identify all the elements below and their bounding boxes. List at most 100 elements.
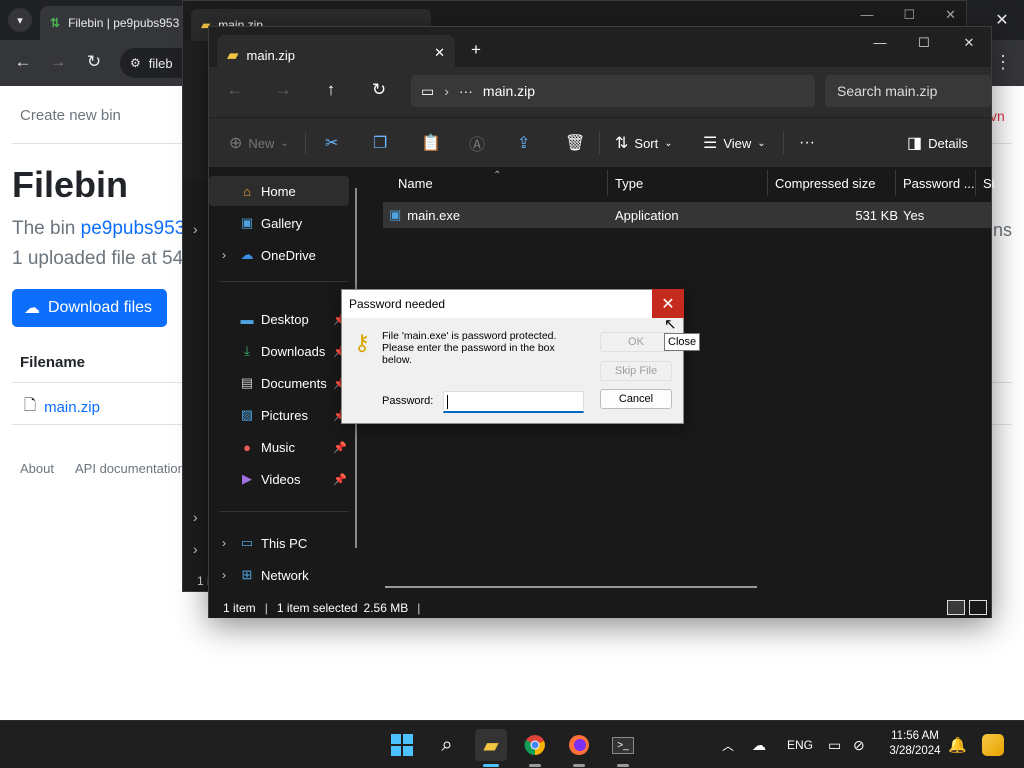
sidebar-item-documents[interactable]: ▤ Documents 📌 <box>209 368 349 398</box>
sidebar-item-videos[interactable]: ▶ Videos 📌 <box>209 464 349 494</box>
chevron-right-icon[interactable]: › <box>209 248 239 262</box>
sidebar-item-home[interactable]: ⌂ Home <box>209 176 349 206</box>
forward-icon[interactable]: → <box>47 52 69 72</box>
sidebar-item-network[interactable]: › ⊞ Network <box>209 560 349 590</box>
cut-button[interactable]: ✂ <box>325 118 338 168</box>
maximize-icon[interactable]: ☐ <box>903 7 915 23</box>
file-explorer-taskbar-icon[interactable]: ▰ <box>475 729 507 767</box>
chevron-right-icon[interactable]: › <box>444 83 449 99</box>
column-divider[interactable] <box>767 170 768 196</box>
sidebar-item-music[interactable]: ● Music 📌 <box>209 432 349 462</box>
sidebar-item-pictures[interactable]: ▨ Pictures 📌 <box>209 400 349 430</box>
sidebar-item-onedrive[interactable]: › ☁ OneDrive <box>209 240 349 270</box>
more-options-button[interactable]: ··· <box>799 118 815 168</box>
column-divider[interactable] <box>975 170 976 196</box>
password-input[interactable] <box>443 391 584 413</box>
notification-bell-icon[interactable]: 🔔 <box>948 721 967 768</box>
search-icon[interactable]: ⌕ <box>431 729 463 761</box>
language-indicator[interactable]: ENG <box>787 721 813 768</box>
up-icon[interactable]: ↑ <box>319 80 343 100</box>
close-tooltip: Close <box>664 333 701 351</box>
minimize-icon[interactable]: — <box>860 7 873 23</box>
minimize-icon[interactable]: — <box>865 35 895 50</box>
details-button[interactable]: ◨ Details <box>907 118 968 168</box>
taskbar: ⌕ ▰ >_ ︿ ☁ ENG ▭ ⊘ 11:56 AM 3/28/2024 🔔 <box>0 720 1024 768</box>
network-disconnected-icon[interactable]: ⊘ <box>853 721 865 768</box>
new-tab-icon[interactable]: + <box>471 40 481 60</box>
windows-logo-icon <box>391 734 413 756</box>
cancel-button[interactable]: Cancel <box>600 389 672 409</box>
file-row[interactable]: 🗋 main.zip <box>24 395 100 420</box>
sidebar-item-gallery[interactable]: ▣ Gallery <box>209 208 349 238</box>
maximize-icon[interactable]: ☐ <box>909 35 939 51</box>
browser-close-icon[interactable]: ✕ <box>990 8 1014 32</box>
reload-icon[interactable]: ↻ <box>83 52 105 72</box>
forward-icon[interactable]: → <box>271 80 295 100</box>
footer-api-docs-link[interactable]: API documentation <box>75 461 185 476</box>
new-button[interactable]: ⊕ New ⌄ <box>229 118 289 168</box>
create-new-bin-link[interactable]: Create new bin <box>20 107 121 124</box>
copilot-icon[interactable] <box>982 721 1004 768</box>
footer-about-link[interactable]: About <box>20 461 54 476</box>
tab-search-dropdown-icon[interactable]: ▾ <box>8 8 32 32</box>
sidebar-item-this-pc[interactable]: › ▭ This PC <box>209 528 349 558</box>
column-header-password[interactable]: Password ... <box>903 168 975 198</box>
firefox-taskbar-icon[interactable] <box>563 729 595 767</box>
chevron-right-icon[interactable]: › <box>209 536 239 550</box>
bin-id-link[interactable]: pe9pubs953 <box>81 218 184 239</box>
background-window-controls: — ☐ ✕ <box>860 7 956 23</box>
skip-file-button[interactable]: Skip File <box>600 361 672 381</box>
file-link-main-zip[interactable]: main.zip <box>44 399 100 416</box>
address-text: fileb <box>148 55 173 71</box>
paste-button[interactable]: 📋 <box>421 118 441 168</box>
pictures-icon: ▨ <box>240 407 254 422</box>
dialog-close-button[interactable]: ✕ <box>652 289 684 318</box>
close-icon[interactable]: ✕ <box>954 35 984 51</box>
chevron-right-icon[interactable]: › <box>193 541 198 557</box>
delete-button[interactable]: 🗑 <box>565 118 585 168</box>
chevron-right-icon[interactable]: › <box>193 221 198 237</box>
site-settings-icon[interactable]: ⚙ <box>130 56 141 70</box>
tab-close-icon[interactable]: ✕ <box>434 45 445 61</box>
chevron-right-icon[interactable]: › <box>209 568 239 582</box>
details-view-toggle[interactable] <box>947 600 965 615</box>
show-hidden-icons-chevron-up-icon[interactable]: ︿ <box>722 721 734 768</box>
chrome-taskbar-icon[interactable] <box>519 729 551 767</box>
sidebar-item-downloads[interactable]: ⤓ Downloads 📌 <box>209 336 349 366</box>
terminal-taskbar-icon[interactable]: >_ <box>607 729 639 767</box>
back-icon[interactable]: ← <box>223 80 247 100</box>
horizontal-scrollbar[interactable] <box>385 586 757 588</box>
start-button[interactable] <box>386 729 418 761</box>
sidebar-item-desktop[interactable]: ▬ Desktop 📌 <box>209 304 349 334</box>
copy-button[interactable]: ❐ <box>373 118 387 168</box>
rename-button[interactable]: Ⓐ <box>469 118 485 168</box>
column-header-name[interactable]: Name <box>398 168 433 198</box>
column-header-size[interactable]: Si <box>983 168 995 198</box>
column-divider[interactable] <box>607 170 608 196</box>
chevron-right-icon[interactable]: › <box>193 509 198 525</box>
refresh-icon[interactable]: ↻ <box>367 80 391 100</box>
pin-icon[interactable]: 📌 <box>333 441 347 454</box>
cloud-offline-icon[interactable]: ☁ <box>752 721 766 768</box>
close-icon[interactable]: ✕ <box>945 7 956 23</box>
column-header-compressed-size[interactable]: Compressed size <box>775 168 875 198</box>
tiles-view-toggle[interactable] <box>969 600 987 615</box>
table-row[interactable]: ▣ main.exe Application 531 KB Yes <box>383 202 991 228</box>
back-icon[interactable]: ← <box>12 52 34 72</box>
pin-icon[interactable]: 📌 <box>333 473 347 486</box>
browser-tab[interactable]: ⇅ Filebin | pe9pubs953 <box>40 6 190 40</box>
clock[interactable]: 11:56 AM 3/28/2024 <box>882 729 948 759</box>
ok-button[interactable]: OK <box>600 332 672 352</box>
browser-menu-icon[interactable]: ⋮ <box>994 52 1012 73</box>
sort-button[interactable]: ⇅ Sort ⌄ <box>615 118 673 168</box>
page-title: Filebin <box>12 164 128 205</box>
more-path-icon[interactable]: ··· <box>459 83 473 99</box>
share-button[interactable]: ⇪ <box>517 118 530 168</box>
download-files-button[interactable]: ☁ Download files <box>12 289 167 327</box>
view-button[interactable]: ☰ View ⌄ <box>703 118 766 168</box>
display-icon[interactable]: ▭ <box>828 721 841 768</box>
column-divider[interactable] <box>895 170 896 196</box>
search-input[interactable]: Search main.zip <box>825 75 991 107</box>
column-header-type[interactable]: Type <box>615 168 643 198</box>
address-bar[interactable]: ▭ › ··· main.zip <box>411 75 815 107</box>
